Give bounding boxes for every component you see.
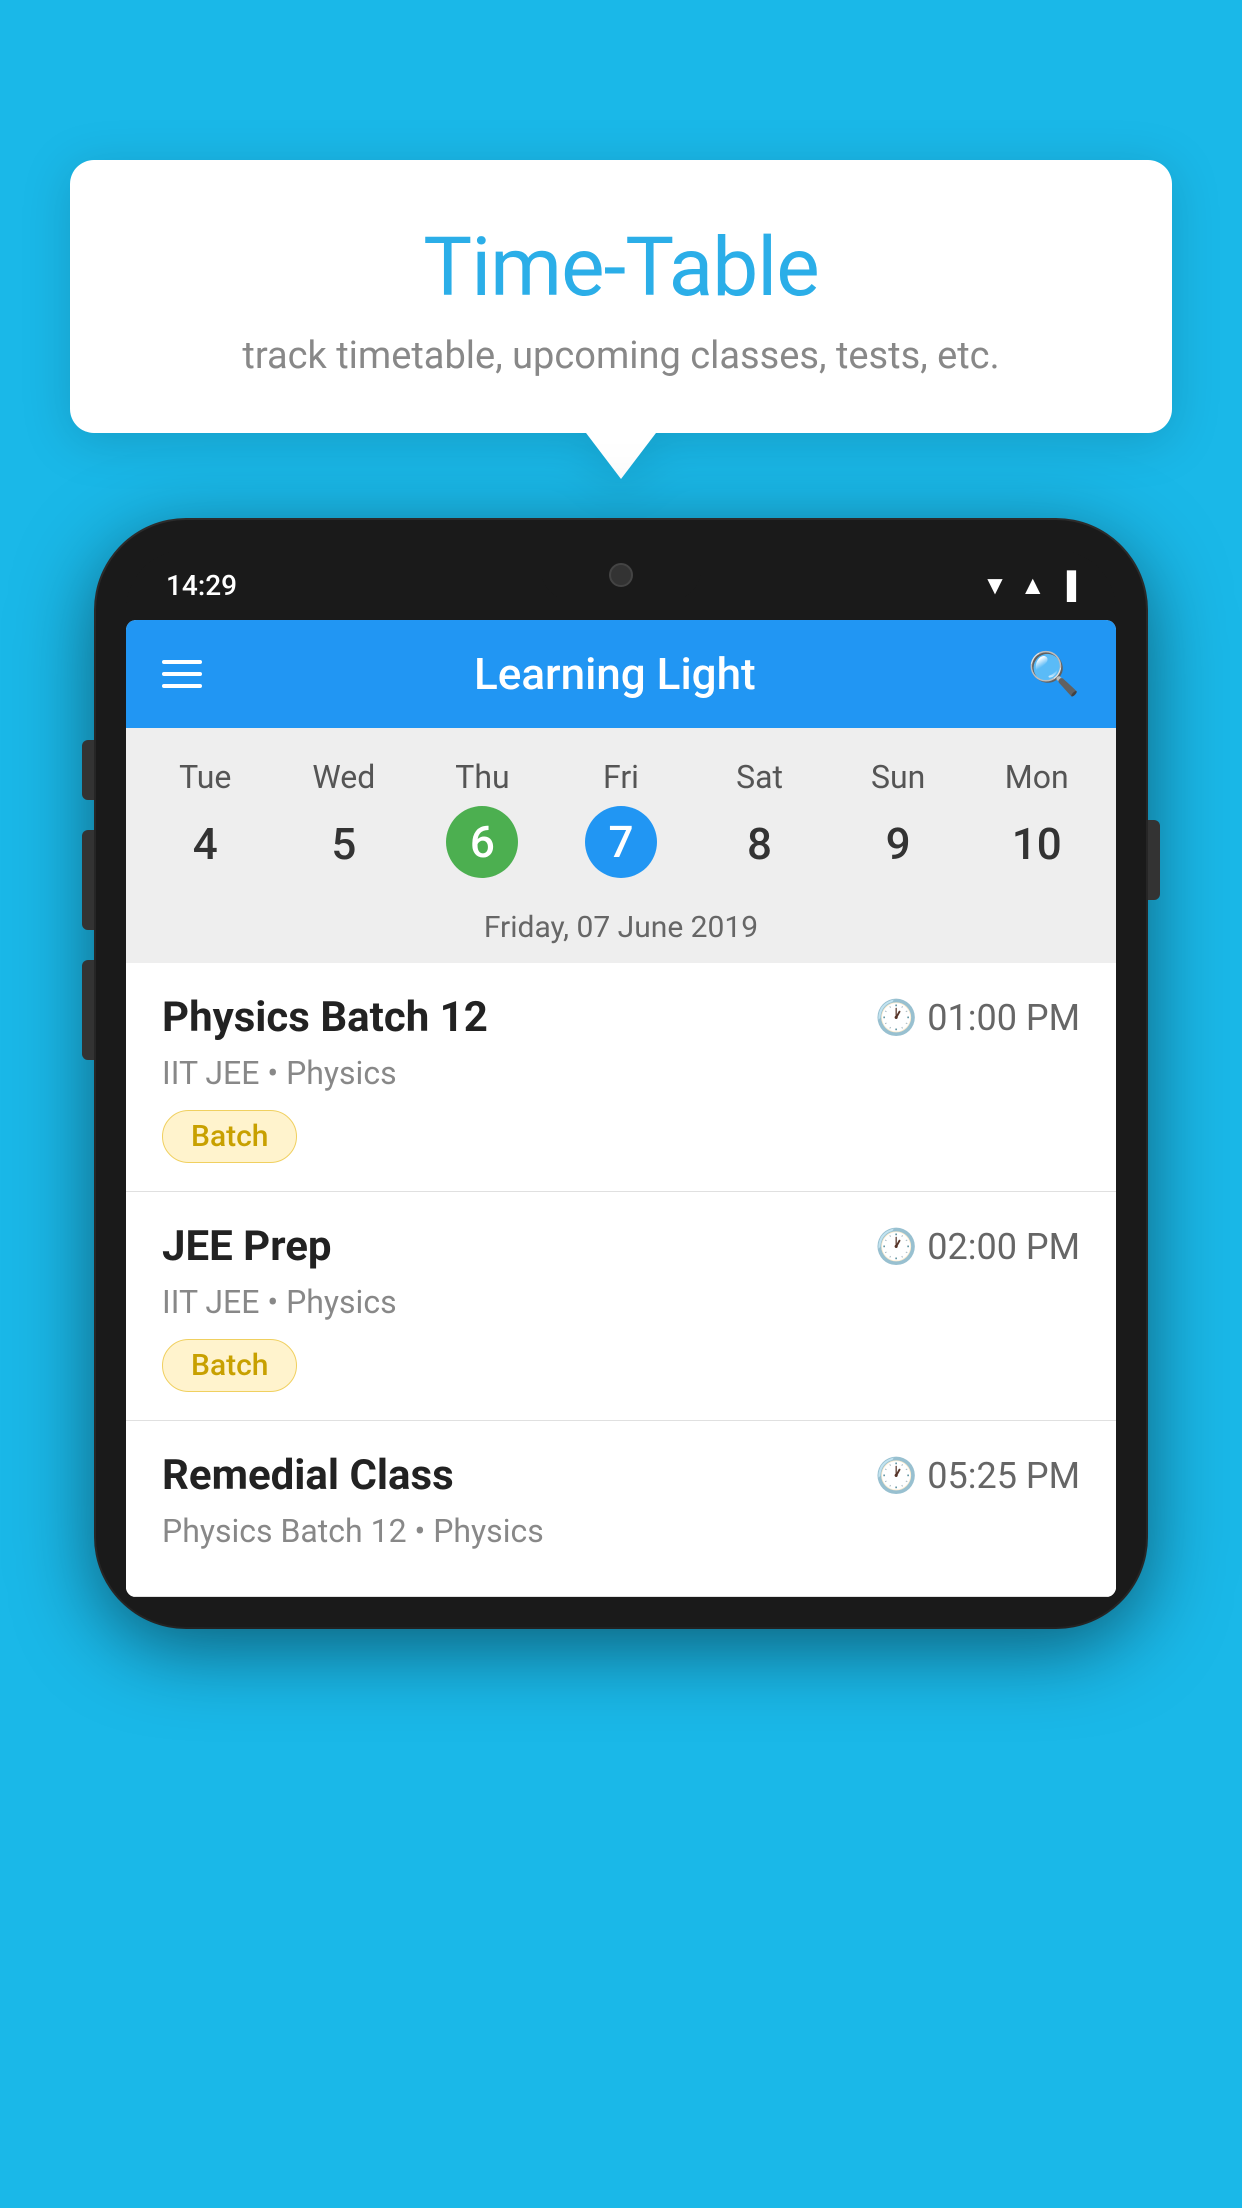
schedule-item-1-title: Physics Batch 12 [162,993,488,1042]
schedule-item-3-header: Remedial Class 🕐 05:25 PM [162,1451,1080,1500]
power-button [1148,820,1160,900]
phone-frame: 14:29 ▼ ▲ ▐ Learning Light 🔍 [96,520,1146,1627]
search-icon[interactable]: 🔍 [1028,650,1080,699]
schedule-item-1-time-text: 01:00 PM [927,997,1080,1039]
schedule-item-3-title: Remedial Class [162,1451,454,1500]
app-title: Learning Light [474,648,756,700]
schedule-item-3[interactable]: Remedial Class 🕐 05:25 PM Physics Batch … [126,1421,1116,1597]
menu-icon[interactable] [162,660,202,688]
status-time: 14:29 [166,569,237,602]
day-5[interactable]: 5 [275,806,414,882]
menu-line-3 [162,684,202,688]
day-numbers: 4 5 6 7 8 9 10 [126,806,1116,900]
schedule-item-2-header: JEE Prep 🕐 02:00 PM [162,1222,1080,1271]
day-label-tue: Tue [136,748,275,806]
camera [609,563,633,587]
day-label-sun: Sun [829,748,968,806]
day-labels: Tue Wed Thu Fri Sat Sun Mon [126,748,1116,806]
tooltip-card: Time-Table track timetable, upcoming cla… [70,160,1172,433]
mute-button [82,740,94,800]
day-label-wed: Wed [275,748,414,806]
schedule-item-1-time: 🕐 01:00 PM [875,997,1080,1039]
schedule-item-2-subtitle: IIT JEE • Physics [162,1283,1080,1321]
schedule-item-1-header: Physics Batch 12 🕐 01:00 PM [162,993,1080,1042]
clock-icon-1: 🕐 [875,998,917,1038]
schedule-item-2[interactable]: JEE Prep 🕐 02:00 PM IIT JEE • Physics Ba… [126,1192,1116,1421]
schedule-list: Physics Batch 12 🕐 01:00 PM IIT JEE • Ph… [126,963,1116,1597]
schedule-item-3-time-text: 05:25 PM [927,1455,1080,1497]
schedule-item-2-title: JEE Prep [162,1222,332,1271]
day-label-sat: Sat [690,748,829,806]
tooltip-subtitle: track timetable, upcoming classes, tests… [120,334,1122,378]
volume-up-button [82,830,94,930]
status-icons: ▼ ▲ ▐ [982,570,1076,601]
day-6-today[interactable]: 6 [446,806,518,878]
phone-mockup: 14:29 ▼ ▲ ▐ Learning Light 🔍 [96,520,1146,1627]
menu-line-2 [162,672,202,676]
menu-line-1 [162,660,202,664]
phone-screen: Learning Light 🔍 Tue Wed Thu Fri Sat Sun… [126,620,1116,1597]
day-9[interactable]: 9 [829,806,968,882]
schedule-item-3-subtitle: Physics Batch 12 • Physics [162,1512,1080,1550]
day-label-mon: Mon [967,748,1106,806]
signal-icon: ▲ [1020,570,1046,601]
schedule-item-3-time: 🕐 05:25 PM [875,1455,1080,1497]
schedule-item-2-time-text: 02:00 PM [927,1226,1080,1268]
tooltip-title: Time-Table [120,220,1122,316]
app-header: Learning Light 🔍 [126,620,1116,728]
volume-down-button [82,960,94,1060]
batch-badge-2: Batch [162,1339,297,1392]
status-bar: 14:29 ▼ ▲ ▐ [126,550,1116,620]
notch [541,550,701,600]
day-4[interactable]: 4 [136,806,275,882]
calendar-section: Tue Wed Thu Fri Sat Sun Mon 4 5 6 7 8 9 … [126,728,1116,963]
schedule-item-2-time: 🕐 02:00 PM [875,1226,1080,1268]
day-label-fri: Fri [552,748,691,806]
schedule-item-1-subtitle: IIT JEE • Physics [162,1054,1080,1092]
batch-badge-1: Batch [162,1110,297,1163]
day-10[interactable]: 10 [967,806,1106,882]
wifi-icon: ▼ [982,570,1008,601]
day-7-selected[interactable]: 7 [585,806,657,878]
day-label-thu: Thu [413,748,552,806]
day-8[interactable]: 8 [690,806,829,882]
clock-icon-3: 🕐 [875,1456,917,1496]
clock-icon-2: 🕐 [875,1227,917,1267]
selected-date: Friday, 07 June 2019 [126,900,1116,963]
battery-icon: ▐ [1058,570,1076,601]
schedule-item-1[interactable]: Physics Batch 12 🕐 01:00 PM IIT JEE • Ph… [126,963,1116,1192]
